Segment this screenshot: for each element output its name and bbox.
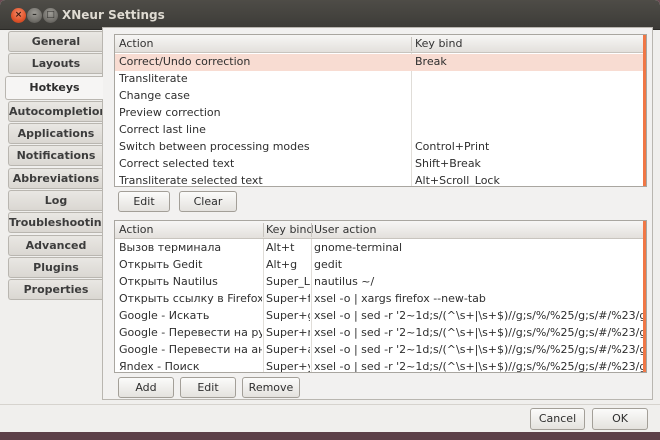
key-cell: Super+a bbox=[266, 343, 310, 356]
actions-table[interactable]: Action Key bind Correct/Undo correction … bbox=[114, 34, 647, 187]
table-row[interactable]: Открыть Gedit Alt+g gedit bbox=[115, 257, 645, 274]
key-cell: Super+f bbox=[266, 292, 310, 305]
user-action-cell: xsel -o | sed -r '2~1d;s/(^\s+|\s+$)//g;… bbox=[314, 343, 645, 356]
user-action-cell: xsel -o | sed -r '2~1d;s/(^\s+|\s+$)//g;… bbox=[314, 326, 645, 339]
user-action-cell: xsel -o | sed -r '2~1d;s/(^\s+|\s+$)//g;… bbox=[314, 309, 645, 322]
tab-log[interactable]: Log bbox=[8, 190, 103, 212]
tab-properties[interactable]: Properties bbox=[8, 279, 103, 301]
table-row[interactable]: Google - Перевести на русски Super+r xse… bbox=[115, 325, 645, 342]
key-cell: Super+g bbox=[266, 309, 310, 322]
action-cell: Switch between processing modes bbox=[119, 140, 310, 153]
settings-window: × – □ XNeur Settings General Layouts Hot… bbox=[0, 0, 660, 440]
key-cell: Super+y bbox=[266, 360, 310, 373]
tab-advanced[interactable]: Advanced bbox=[8, 234, 103, 256]
tab-plugins[interactable]: Plugins bbox=[8, 256, 103, 278]
scroll-indicator[interactable] bbox=[643, 221, 646, 372]
tab-autocompletion[interactable]: Autocompletion bbox=[8, 100, 107, 122]
action-cell: Correct selected text bbox=[119, 157, 235, 170]
title-bar: × – □ XNeur Settings bbox=[0, 0, 660, 30]
key-cell: Alt+Scroll_Lock bbox=[415, 174, 500, 187]
action-cell: Transliterate bbox=[119, 72, 188, 85]
column-header-action[interactable]: Action bbox=[119, 223, 153, 236]
column-header-action[interactable]: Action bbox=[119, 37, 153, 50]
user-action-cell: xsel -o | sed -r '2~1d;s/(^\s+|\s+$)//g;… bbox=[314, 360, 645, 373]
table-row[interactable]: Preview correction bbox=[115, 105, 645, 122]
table-row[interactable]: Change case bbox=[115, 88, 645, 105]
tab-applications[interactable]: Applications bbox=[8, 123, 103, 145]
key-cell: Alt+g bbox=[266, 258, 298, 271]
tab-troubleshooting[interactable]: Troubleshooting bbox=[8, 212, 109, 234]
action-cell: Google - Перевести на англи bbox=[119, 343, 262, 356]
remove-user-action-button[interactable]: Remove bbox=[242, 377, 300, 398]
add-user-action-button[interactable]: Add bbox=[118, 377, 174, 398]
table-row[interactable]: Correct last line bbox=[115, 122, 645, 139]
user-action-cell: gedit bbox=[314, 258, 343, 271]
table-row[interactable]: Correct/Undo correction Break bbox=[115, 54, 645, 71]
ok-button[interactable]: OK bbox=[592, 408, 648, 430]
user-action-cell: gnome-terminal bbox=[314, 241, 403, 254]
action-cell: Открыть Gedit bbox=[119, 258, 203, 271]
action-cell: Preview correction bbox=[119, 106, 221, 119]
user-actions-table[interactable]: Action Key bind User action Вызов термин… bbox=[114, 220, 647, 373]
edit-action-button[interactable]: Edit bbox=[118, 191, 170, 212]
user-actions-table-header: Action Key bind User action bbox=[115, 221, 646, 239]
hotkeys-panel: Action Key bind Correct/Undo correction … bbox=[102, 27, 653, 400]
table-row[interactable]: Google - Искать Super+g xsel -o | sed -r… bbox=[115, 308, 645, 325]
action-cell: Change case bbox=[119, 89, 190, 102]
action-cell: Transliterate selected text bbox=[119, 174, 263, 187]
minimize-window-button[interactable]: – bbox=[27, 8, 42, 23]
action-cell: Google - Искать bbox=[119, 309, 210, 322]
maximize-window-button[interactable]: □ bbox=[43, 8, 58, 23]
column-header-user-action[interactable]: User action bbox=[314, 223, 376, 236]
action-cell: Correct last line bbox=[119, 123, 206, 136]
table-row[interactable]: Открыть ссылку в Firefox Super+f xsel -o… bbox=[115, 291, 645, 308]
table-row[interactable]: Вызов терминала Alt+t gnome-terminal bbox=[115, 240, 645, 257]
table-row[interactable]: Яndex - Поиск Super+y xsel -o | sed -r '… bbox=[115, 359, 645, 373]
tab-general[interactable]: General bbox=[8, 31, 103, 52]
tab-abbreviations[interactable]: Abbreviations bbox=[8, 167, 103, 189]
cancel-button[interactable]: Cancel bbox=[530, 408, 585, 430]
column-header-key-bind[interactable]: Key bind bbox=[266, 223, 313, 236]
action-cell: Correct/Undo correction bbox=[119, 55, 251, 68]
table-row[interactable]: Correct selected text Shift+Break bbox=[115, 156, 645, 173]
action-cell: Вызов терминала bbox=[119, 241, 222, 254]
action-cell: Открыть Nautilus bbox=[119, 275, 218, 288]
key-cell: Break bbox=[415, 55, 447, 68]
table-row[interactable]: Открыть Nautilus Super_L nautilus ~/ bbox=[115, 274, 645, 291]
table-row[interactable]: Transliterate selected text Alt+Scroll_L… bbox=[115, 173, 645, 187]
action-cell: Яndex - Поиск bbox=[119, 360, 200, 373]
desktop-background bbox=[0, 432, 660, 440]
key-cell: Control+Print bbox=[415, 140, 490, 153]
divider bbox=[0, 404, 660, 405]
column-separator bbox=[311, 223, 312, 237]
action-cell: Открыть ссылку в Firefox bbox=[119, 292, 262, 305]
window-title: XNeur Settings bbox=[62, 8, 165, 22]
table-row[interactable]: Google - Перевести на англи Super+a xsel… bbox=[115, 342, 645, 359]
clear-action-button[interactable]: Clear bbox=[179, 191, 237, 212]
scroll-indicator[interactable] bbox=[643, 35, 646, 186]
tab-notifications[interactable]: Notifications bbox=[8, 145, 103, 167]
user-action-cell: nautilus ~/ bbox=[314, 275, 375, 288]
edit-user-action-button[interactable]: Edit bbox=[180, 377, 236, 398]
actions-table-header: Action Key bind bbox=[115, 35, 646, 53]
column-header-key-bind[interactable]: Key bind bbox=[415, 37, 462, 50]
close-window-button[interactable]: × bbox=[11, 8, 26, 23]
key-cell: Super+r bbox=[266, 326, 310, 339]
tab-hotkeys[interactable]: Hotkeys bbox=[5, 75, 103, 100]
action-cell: Google - Перевести на русски bbox=[119, 326, 262, 339]
column-separator bbox=[263, 223, 264, 237]
column-separator bbox=[411, 37, 412, 51]
key-cell: Shift+Break bbox=[415, 157, 481, 170]
sidebar: General Layouts Hotkeys Autocompletion A… bbox=[5, 31, 109, 302]
tab-layouts[interactable]: Layouts bbox=[8, 53, 103, 75]
key-cell: Alt+t bbox=[266, 241, 295, 254]
key-cell: Super_L bbox=[266, 275, 310, 288]
table-row[interactable]: Switch between processing modes Control+… bbox=[115, 139, 645, 156]
table-row[interactable]: Transliterate bbox=[115, 71, 645, 88]
user-action-cell: xsel -o | xargs firefox --new-tab bbox=[314, 292, 486, 305]
